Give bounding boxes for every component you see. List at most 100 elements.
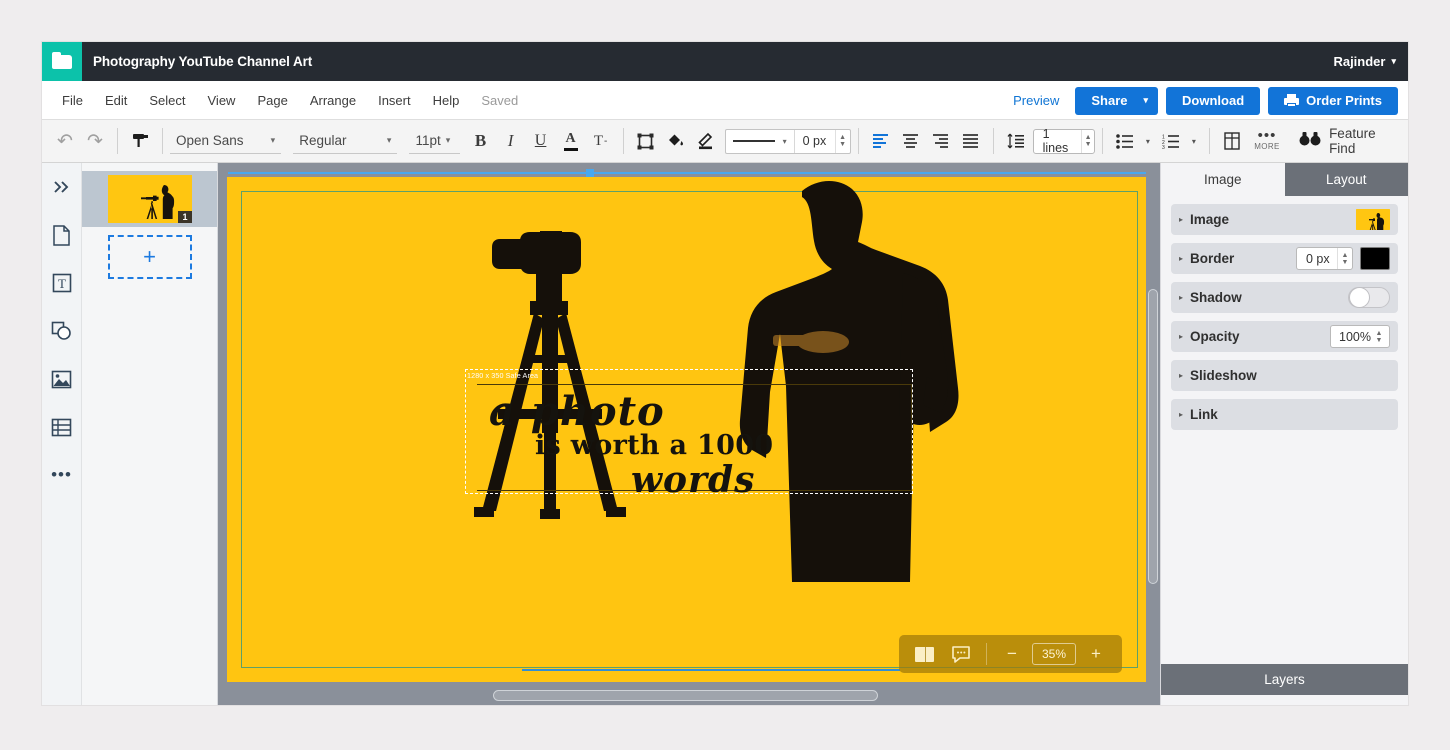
stroke-style-select[interactable]: ▾ <box>726 129 795 153</box>
vertical-scroll-thumb[interactable] <box>1148 289 1158 584</box>
line-spacing-field[interactable]: 1 lines ▲ ▼ <box>1032 127 1095 155</box>
page-number-badge: 1 <box>178 211 192 223</box>
align-right-button[interactable] <box>926 126 956 156</box>
property-row-slideshow[interactable]: ▸ Slideshow <box>1171 360 1398 391</box>
format-painter-icon[interactable] <box>125 126 155 156</box>
property-row-shadow[interactable]: ▸ Shadow <box>1171 282 1398 313</box>
feature-find-button[interactable]: Feature Find <box>1291 126 1400 156</box>
order-prints-button[interactable]: Order Prints <box>1268 86 1398 115</box>
opacity-stepper[interactable]: ▲ ▼ <box>1374 326 1384 347</box>
horizontal-scroll-thumb[interactable] <box>493 690 878 701</box>
menu-item-insert[interactable]: Insert <box>367 87 422 114</box>
text-color-button[interactable]: A <box>556 126 586 156</box>
more-tools-icon[interactable]: ••• <box>46 459 78 491</box>
bulleted-list-dropdown[interactable]: ▾ <box>1140 126 1156 156</box>
menu-item-arrange[interactable]: Arrange <box>299 87 367 114</box>
menu-item-help[interactable]: Help <box>422 87 471 114</box>
menu-item-page[interactable]: Page <box>246 87 298 114</box>
italic-button[interactable]: I <box>496 126 526 156</box>
quote-line-2: is worth a 1000 <box>535 430 774 461</box>
image-tool-icon[interactable] <box>46 363 78 395</box>
expand-panel-icon[interactable] <box>46 171 78 203</box>
border-color-swatch[interactable] <box>1360 247 1390 270</box>
bold-button[interactable]: B <box>466 126 496 156</box>
font-size-select[interactable]: 11pt ▾ <box>409 128 460 154</box>
canvas-area[interactable]: 1280 x 350 Safe Area a photo is worth a … <box>218 163 1160 705</box>
menu-item-file[interactable]: File <box>51 87 94 114</box>
chevron-down-icon: ▾ <box>386 135 392 145</box>
font-family-select[interactable]: Open Sans ▾ <box>170 128 282 154</box>
format-toolbar: ↶ ↷ Open Sans ▾ Regular ▾ 11pt ▾ B I U A… <box>42 120 1408 163</box>
align-justify-button[interactable] <box>956 126 986 156</box>
artboard[interactable]: 1280 x 350 Safe Area a photo is worth a … <box>227 177 1146 682</box>
comments-button[interactable] <box>945 639 977 669</box>
align-center-button[interactable] <box>896 126 926 156</box>
align-center-icon <box>903 134 919 148</box>
stepper-up-icon: ▲ <box>1084 134 1092 141</box>
page-thumbnail-1[interactable]: 1 <box>107 175 192 223</box>
order-prints-label: Order Prints <box>1306 93 1382 108</box>
stepper-down-icon: ▼ <box>1084 141 1092 148</box>
font-style-select[interactable]: Regular ▾ <box>293 128 398 154</box>
canvas-vertical-scrollbar[interactable] <box>1148 169 1158 681</box>
download-button[interactable]: Download <box>1166 86 1261 115</box>
table-tool-icon[interactable] <box>46 411 78 443</box>
underline-button[interactable]: U <box>526 126 556 156</box>
tab-image[interactable]: Image <box>1161 163 1285 196</box>
border-width-field[interactable]: 0 px ▲ ▼ <box>1296 247 1353 270</box>
selection-handle-top[interactable] <box>586 169 594 177</box>
divider <box>1101 128 1103 154</box>
shapes-tool-icon[interactable] <box>46 315 78 347</box>
columns-icon[interactable] <box>1217 126 1247 156</box>
add-page-button[interactable]: + <box>107 235 192 279</box>
line-color-icon[interactable] <box>691 126 721 156</box>
redo-icon[interactable]: ↷ <box>80 126 110 156</box>
folder-icon[interactable] <box>42 42 82 81</box>
menu-item-select[interactable]: Select <box>138 87 196 114</box>
page-tool-icon[interactable] <box>46 219 78 251</box>
quote-text-block[interactable]: a photo is worth a 1000 words <box>489 392 909 500</box>
menu-item-view[interactable]: View <box>197 87 247 114</box>
property-row-image[interactable]: ▸ Image <box>1171 204 1398 235</box>
canvas-horizontal-scrollbar[interactable] <box>218 690 1146 701</box>
divider <box>985 643 987 665</box>
align-left-button[interactable] <box>866 126 896 156</box>
opacity-field[interactable]: 100% ▲ ▼ <box>1330 325 1390 348</box>
user-menu[interactable]: Rajinder ▾ <box>1333 42 1396 81</box>
clear-formatting-button[interactable]: T - <box>586 126 616 156</box>
opacity-value: 100% <box>1339 329 1371 344</box>
properties-panel: Image Layout ▸ Image ▸ Border 0 px ▲ ▼ ▸… <box>1160 163 1408 705</box>
stroke-style-preview <box>732 140 775 142</box>
property-label-shadow: Shadow <box>1190 290 1242 305</box>
text-tool-icon[interactable]: T <box>46 267 78 299</box>
stroke-width-value[interactable]: 0 px <box>795 134 835 148</box>
divider <box>992 128 994 154</box>
shape-frame-icon[interactable] <box>631 126 661 156</box>
undo-icon[interactable]: ↶ <box>50 126 80 156</box>
zoom-level-value[interactable]: 35% <box>1031 643 1076 665</box>
numbered-list-dropdown[interactable]: ▾ <box>1186 126 1202 156</box>
share-button[interactable]: Share ▾ <box>1075 86 1159 115</box>
line-spacing-icon[interactable] <box>1001 126 1031 156</box>
zoom-in-button[interactable]: + <box>1080 639 1112 669</box>
numbered-list-button[interactable]: 123 <box>1156 126 1186 156</box>
font-style-value: Regular <box>299 133 347 148</box>
image-thumbnail[interactable] <box>1356 209 1390 230</box>
property-row-link[interactable]: ▸ Link <box>1171 399 1398 430</box>
shadow-controls <box>1348 287 1390 308</box>
menu-item-edit[interactable]: Edit <box>94 87 138 114</box>
border-width-stepper[interactable]: ▲ ▼ <box>1337 248 1352 269</box>
property-row-border[interactable]: ▸ Border 0 px ▲ ▼ <box>1171 243 1398 274</box>
zoom-out-button[interactable]: − <box>996 639 1028 669</box>
shadow-toggle[interactable] <box>1348 287 1390 308</box>
preview-link[interactable]: Preview <box>1005 93 1067 108</box>
line-spacing-stepper[interactable]: ▲ ▼ <box>1081 129 1094 153</box>
property-row-opacity[interactable]: ▸ Opacity 100% ▲ ▼ <box>1171 321 1398 352</box>
stroke-width-stepper[interactable]: ▲ ▼ <box>834 129 850 153</box>
fill-color-icon[interactable] <box>661 126 691 156</box>
spread-view-button[interactable] <box>909 639 941 669</box>
layers-button[interactable]: Layers <box>1161 664 1408 695</box>
tab-layout[interactable]: Layout <box>1284 163 1408 196</box>
more-button[interactable]: ••• MORE <box>1247 128 1287 151</box>
bulleted-list-button[interactable] <box>1110 126 1140 156</box>
